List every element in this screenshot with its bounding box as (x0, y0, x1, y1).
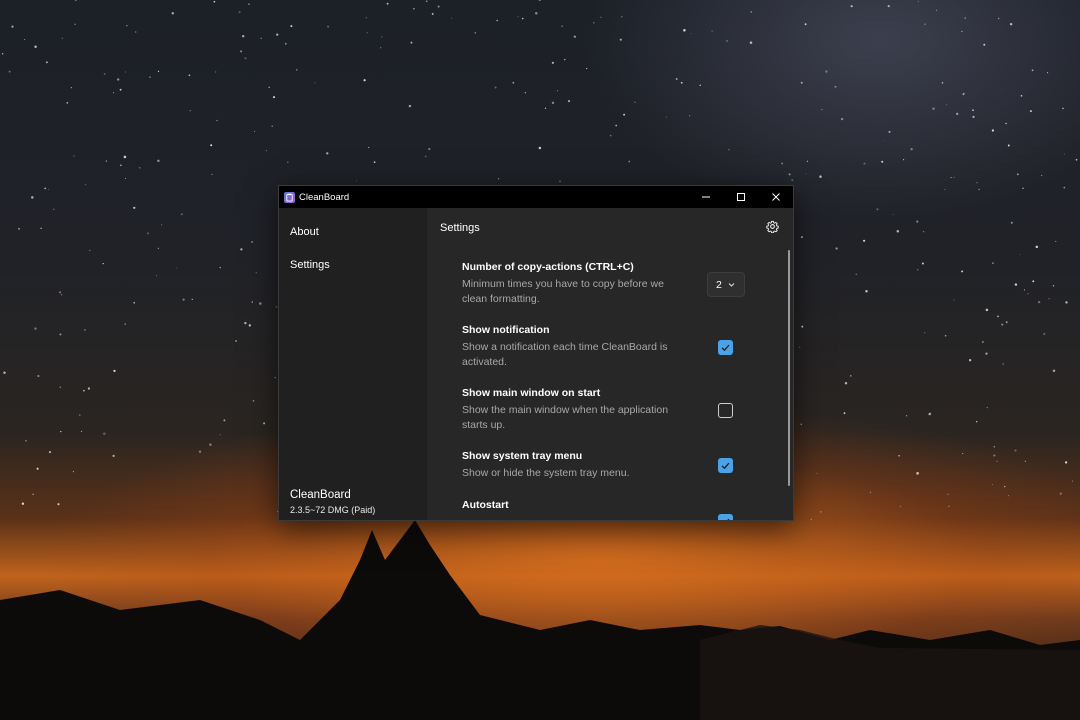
autostart-checkbox[interactable] (718, 514, 733, 520)
settings-panel: Settings Number of copy-actions (CTRL+C)… (427, 208, 793, 520)
title-bar[interactable]: CleanBoard (279, 186, 793, 208)
sidebar-item-about[interactable]: About (290, 226, 319, 238)
copy-actions-dropdown[interactable]: 2 (707, 272, 745, 297)
window-controls (688, 186, 793, 208)
sidebar-item-settings[interactable]: Settings (290, 259, 330, 271)
minimize-button[interactable] (688, 186, 723, 208)
sidebar-app-name: CleanBoard (290, 489, 351, 501)
show-main-window-checkbox[interactable] (718, 403, 733, 418)
setting-title: Show main window on start (462, 387, 601, 399)
setting-show-notification: Show notification Show a notification ea… (462, 324, 762, 370)
system-tray-checkbox[interactable] (718, 458, 733, 473)
settings-scrollbar[interactable] (788, 250, 790, 486)
setting-description: Show the main window when the applicatio… (462, 404, 669, 431)
sidebar: About Settings CleanBoard 2.3.5~72 DMG (… (279, 208, 427, 520)
checkmark-icon (721, 462, 730, 470)
setting-autostart: Autostart (462, 499, 762, 512)
cleanboard-window: CleanBoard About Settings CleanBoard 2.3… (278, 185, 794, 521)
sidebar-app-version: 2.3.5~72 DMG (Paid) (290, 505, 376, 515)
minimize-icon (701, 196, 710, 198)
setting-description: Show a notification each time CleanBoard… (462, 341, 668, 368)
window-body: About Settings CleanBoard 2.3.5~72 DMG (… (279, 208, 793, 520)
gear-icon (766, 220, 779, 234)
setting-description: Show or hide the system tray menu. (462, 467, 630, 479)
checkmark-icon (721, 344, 730, 352)
close-button[interactable] (758, 186, 793, 208)
maximize-button[interactable] (723, 186, 758, 208)
settings-gear-button[interactable] (766, 220, 779, 234)
chevron-down-icon (728, 283, 735, 287)
setting-system-tray: Show system tray menu Show or hide the s… (462, 450, 762, 481)
dropdown-value: 2 (716, 278, 722, 291)
window-title: CleanBoard (299, 191, 350, 203)
page-title: Settings (440, 222, 480, 234)
setting-show-main-window: Show main window on start Show the main … (462, 387, 762, 433)
checkmark-icon (727, 518, 730, 520)
show-notification-checkbox[interactable] (718, 340, 733, 355)
close-icon (771, 193, 780, 201)
setting-title: Show notification (462, 324, 550, 336)
setting-title: Autostart (462, 499, 509, 511)
setting-title: Show system tray menu (462, 450, 583, 462)
maximize-icon (736, 193, 745, 201)
cleanboard-app-icon (284, 191, 295, 203)
setting-description: Minimum times you have to copy before we… (462, 278, 664, 305)
